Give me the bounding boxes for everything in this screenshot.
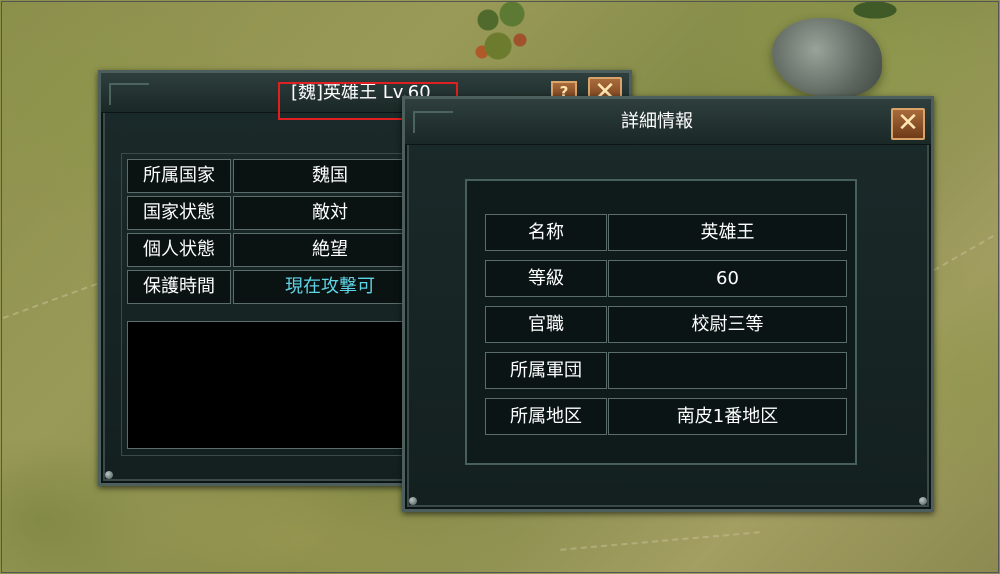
protection-time-label: 保護時間	[127, 270, 231, 304]
table-row: 保護時間 現在攻撃可	[127, 270, 427, 304]
rank-value: 校尉三等	[608, 306, 847, 343]
player-info-blank-area	[127, 321, 427, 449]
table-row: 官職 校尉三等	[485, 306, 847, 343]
district-label: 所属地区	[485, 398, 607, 435]
level-value: 60	[608, 260, 847, 297]
player-info-table: 所属国家 魏国 国家状態 敵対 個人状態 絶望 保護時間 現在攻撃可	[127, 159, 427, 307]
rank-label: 官職	[485, 306, 607, 343]
rivet-icon	[409, 497, 417, 505]
nation-status-label: 国家状態	[127, 196, 231, 230]
map-road	[2, 282, 98, 320]
table-row: 名称 英雄王	[485, 214, 847, 251]
table-row: 国家状態 敵対	[127, 196, 427, 230]
table-row: 等級 60	[485, 260, 847, 297]
table-row: 所属軍団	[485, 352, 847, 389]
level-label: 等級	[485, 260, 607, 297]
personal-status-value: 絶望	[233, 233, 427, 267]
title-ornament	[109, 83, 149, 105]
country-label: 所属国家	[127, 159, 231, 193]
personal-status-label: 個人状態	[127, 233, 231, 267]
country-value: 魏国	[233, 159, 427, 193]
title-ornament	[413, 111, 453, 133]
detail-title: 詳細情報	[621, 111, 693, 132]
map-bush	[850, 0, 900, 20]
table-row: 個人状態 絶望	[127, 233, 427, 267]
rivet-icon	[919, 497, 927, 505]
map-rock	[772, 18, 882, 98]
close-icon[interactable]: ✕	[891, 108, 925, 140]
legion-value	[608, 352, 847, 389]
table-row: 所属国家 魏国	[127, 159, 427, 193]
detail-table: 名称 英雄王 等級 60 官職 校尉三等 所属軍団 所属地区 南皮1番地区	[485, 214, 847, 444]
legion-label: 所属軍団	[485, 352, 607, 389]
name-value: 英雄王	[608, 214, 847, 251]
map-trees	[468, 0, 538, 70]
district-value: 南皮1番地区	[608, 398, 847, 435]
name-label: 名称	[485, 214, 607, 251]
detail-info-panel: 詳細情報 ✕ 名称 英雄王 等級 60 官職 校尉三等 所属軍団 所属地区 南皮…	[402, 96, 934, 512]
protection-time-value: 現在攻撃可	[233, 270, 427, 304]
rivet-icon	[105, 471, 113, 479]
nation-status-value: 敵対	[233, 196, 427, 230]
detail-info-titlebar[interactable]: 詳細情報 ✕	[405, 99, 931, 145]
map-road	[560, 531, 760, 551]
table-row: 所属地区 南皮1番地区	[485, 398, 847, 435]
